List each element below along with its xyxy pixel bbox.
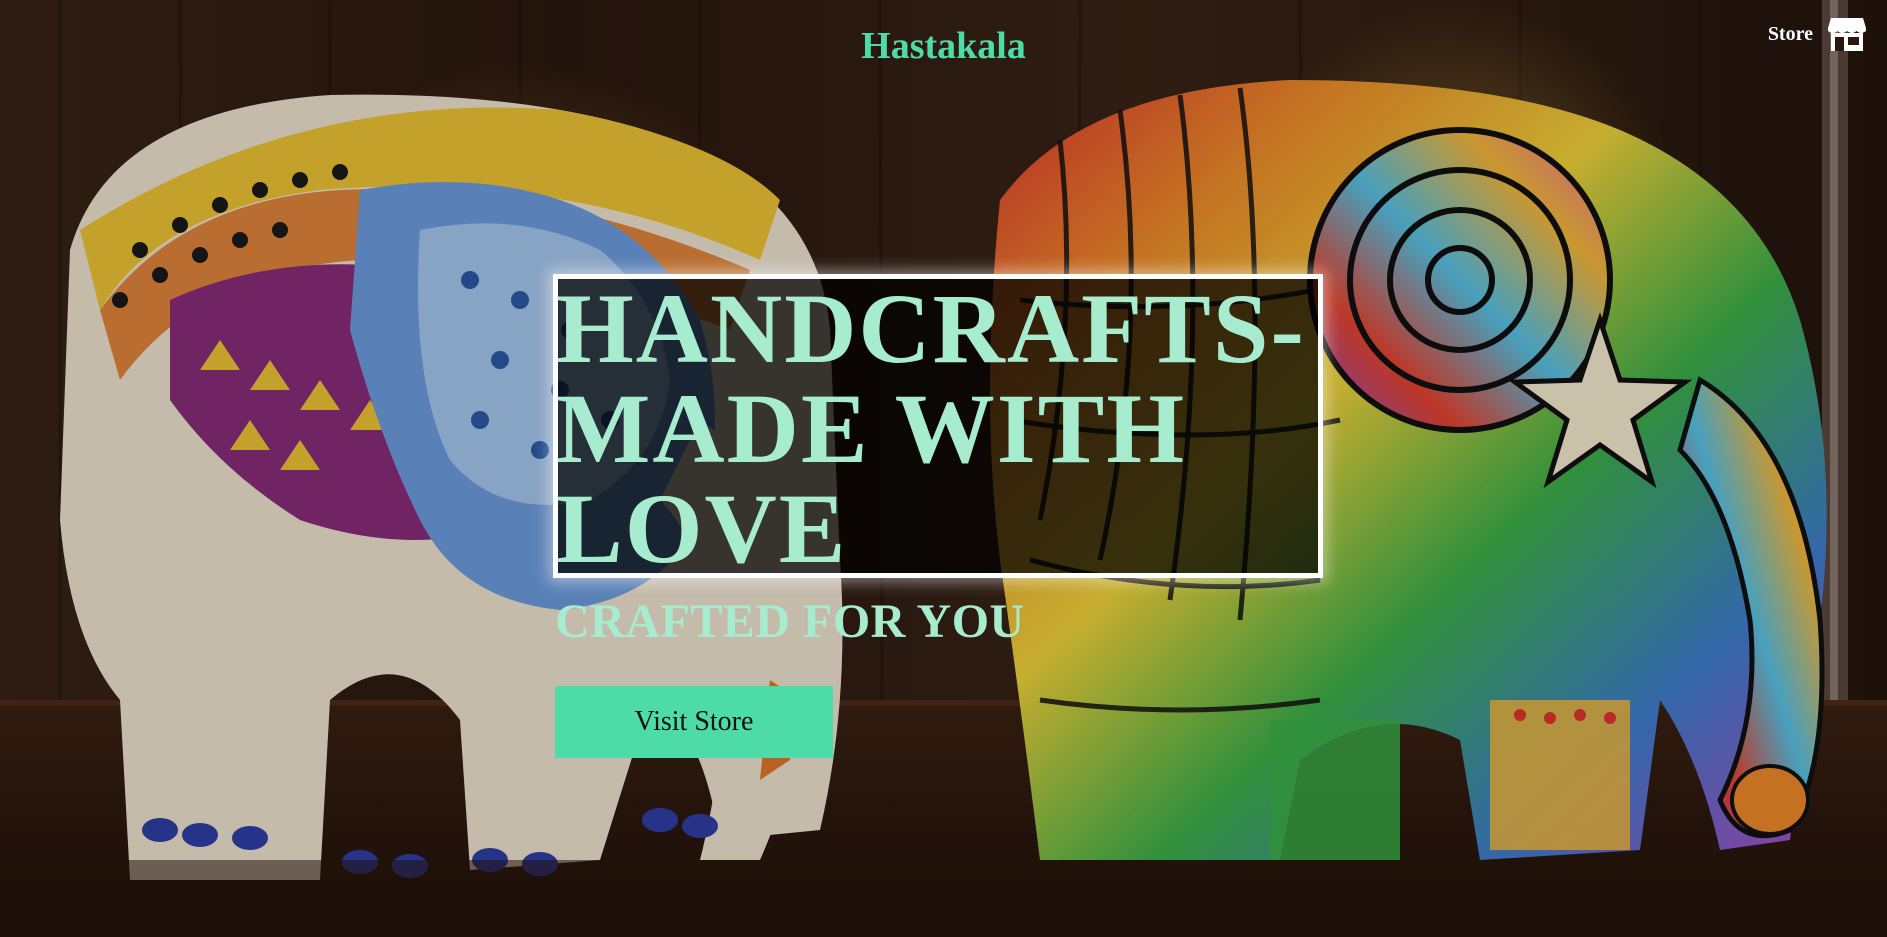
visit-store-button[interactable]: Visit Store xyxy=(555,686,833,758)
hero-subheading: CRAFTED FOR YOU xyxy=(555,595,1025,648)
hero-heading: HANDCRAFTS- MADE WITH LOVE xyxy=(556,273,1306,584)
store-link-label: Store xyxy=(1767,22,1813,45)
storefront-icon xyxy=(1828,18,1866,51)
store-nav-link[interactable]: Store xyxy=(1768,14,1867,54)
brand-title: Hastakala xyxy=(861,25,1026,67)
